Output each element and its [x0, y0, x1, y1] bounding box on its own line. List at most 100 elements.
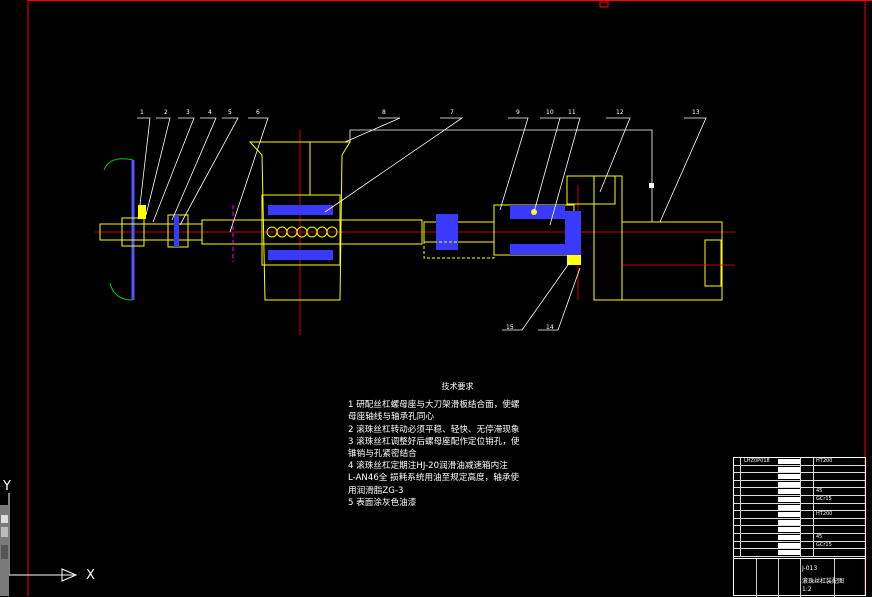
row-name-block — [778, 496, 800, 502]
toolbar-tile — [1, 515, 8, 523]
row-qty-cell — [800, 488, 814, 495]
row-material: GCr15 — [816, 541, 832, 548]
part-label-6: 6 — [256, 109, 260, 116]
requirement-line: 锥销与孔紧密结合 — [348, 449, 417, 460]
part-label-8: 8 — [382, 109, 386, 116]
row-index-cell — [734, 473, 741, 480]
title-block-divider — [778, 559, 779, 597]
handwheel-arc-bottom — [109, 282, 134, 301]
frame-corner-mark — [599, 1, 609, 8]
row-material: HT200 — [816, 511, 833, 518]
row-qty-cell — [800, 526, 814, 533]
requirement-line: L-AN46全 损耗系统用油至规定高度，轴承使 — [348, 473, 520, 484]
parts-list-row — [734, 465, 865, 474]
parts-list-row — [734, 549, 865, 557]
gearbox-hatch-top — [510, 205, 565, 219]
parts-list-row — [734, 503, 865, 512]
ucs-y-label: Y — [3, 479, 11, 494]
requirement-line: 5 表面涂灰色油漆 — [348, 497, 417, 508]
part-label-12: 12 — [616, 109, 624, 116]
bracket-part-12-top — [566, 175, 616, 205]
row-qty-cell — [800, 503, 814, 511]
row-material: HT200 — [816, 458, 833, 464]
coupling-hatch — [436, 214, 458, 250]
drawing-scale: 1:2 — [802, 586, 812, 593]
row-index-cell — [734, 495, 741, 503]
parts-list-row: HT200 — [734, 511, 865, 519]
row-index-cell — [734, 480, 741, 488]
part-label-1: 1 — [140, 109, 144, 116]
title-block-divider — [756, 559, 757, 597]
row-name-block — [778, 550, 800, 556]
parts-list-row — [734, 526, 865, 534]
toolbar-tile — [1, 545, 8, 559]
row-name-block — [778, 542, 800, 548]
drawing-code: J-013 — [802, 565, 818, 572]
row-name-block — [778, 527, 800, 533]
motor-terminal — [704, 239, 722, 287]
parts-list-row — [734, 473, 865, 481]
row-index-cell — [734, 518, 741, 526]
row-qty-cell — [800, 465, 814, 473]
row-index-cell — [734, 465, 741, 473]
toolbar-tile — [1, 527, 8, 537]
part-label-7: 7 — [450, 109, 454, 116]
part-label-5: 5 — [228, 109, 232, 116]
gearbox-flange — [565, 211, 581, 255]
title-block: LHZ0P018 HT200 45 GCr15 HT200 45 GCr15 J-013 滚… — [733, 457, 866, 597]
row-name-block — [778, 459, 800, 464]
part-label-4: 4 — [208, 109, 212, 116]
row-name-block — [778, 504, 800, 510]
row-qty-cell — [800, 480, 814, 488]
bracket-part-12 — [593, 175, 623, 301]
row-material: 45 — [816, 533, 823, 540]
parts-list-row: 45 — [734, 488, 865, 496]
drawing-name: 滚珠丝杠装配图 — [802, 578, 845, 585]
part-label-13: 13 — [692, 109, 700, 116]
row-index-cell — [734, 458, 741, 465]
parts-list-row: GCr15 — [734, 495, 865, 504]
row-qty-cell — [800, 495, 814, 503]
key-part-2 — [138, 205, 146, 219]
parts-list-row — [734, 480, 865, 489]
row-index-cell — [734, 488, 741, 495]
row-name-block — [778, 512, 800, 518]
row-index-cell — [734, 511, 741, 518]
parts-list-row — [734, 518, 865, 527]
title-block-footer: J-013 滚珠丝杠装配图 1:2 — [734, 558, 865, 597]
row-name-block — [778, 489, 800, 495]
part-label-2: 2 — [164, 109, 168, 116]
part-label-9: 9 — [516, 109, 520, 116]
part-label-15: 15 — [506, 324, 514, 331]
row-name-block — [778, 466, 800, 472]
row-index-cell — [734, 549, 741, 556]
row-name-block — [778, 534, 800, 540]
gearbox-hatch-bottom — [510, 244, 565, 255]
handwheel-arc-top — [103, 158, 134, 171]
nut-hatch-bottom — [268, 250, 333, 260]
row-material: 45 — [816, 488, 823, 495]
row-qty-cell — [800, 518, 814, 526]
row-qty-cell — [800, 549, 814, 556]
part-label-14: 14 — [546, 324, 554, 331]
row-qty-cell — [800, 473, 814, 480]
requirement-line: 4 滚珠丝杠定期注HJ-20润滑油减速箱内注 — [348, 461, 508, 472]
row-index-cell — [734, 541, 741, 549]
part-label-10: 10 — [546, 109, 554, 116]
part-label-11: 11 — [568, 109, 576, 116]
technical-requirements-title: 技术要求 — [441, 382, 474, 391]
left-toolbar-fragment — [0, 505, 9, 596]
row-qty-cell — [800, 511, 814, 518]
row-code: LHZ0P018 — [744, 458, 770, 464]
dimension-mark — [649, 183, 654, 188]
motor-part-13 — [621, 221, 723, 301]
row-index-cell — [734, 503, 741, 511]
requirement-line: 1 研配丝杠螺母座与大刀架滑板结合面，使螺 — [348, 400, 520, 411]
row-name-block — [778, 474, 800, 480]
requirement-line: 用润滑脂ZG-3 — [348, 485, 404, 496]
parts-list-row: GCr15 — [734, 541, 865, 550]
row-qty-cell — [800, 533, 814, 541]
nut-hatch-top — [268, 205, 333, 215]
parts-list-row: 45 — [734, 533, 865, 542]
row-name-block — [778, 519, 800, 525]
